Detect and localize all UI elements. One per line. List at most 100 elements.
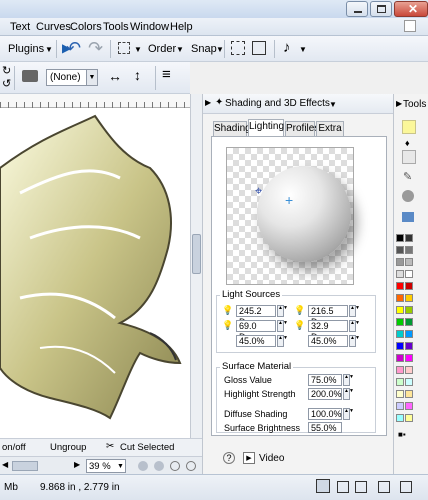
group-icon[interactable] xyxy=(231,41,245,55)
ungroup-icon[interactable] xyxy=(252,41,266,55)
snap-grid-icon[interactable] xyxy=(316,479,330,493)
redo-icon[interactable]: ↷ xyxy=(88,38,103,59)
outline-color-swatch[interactable] xyxy=(402,150,416,164)
light1-x-spinner[interactable]: ▲▼ xyxy=(277,305,288,317)
palette-swatch[interactable] xyxy=(405,294,413,302)
menu-tools[interactable]: Tools xyxy=(103,21,129,33)
video-link[interactable]: Video xyxy=(259,453,284,464)
onoff-label[interactable]: on/off xyxy=(2,442,26,453)
palette-swatch[interactable] xyxy=(396,366,404,374)
distribute-vertical-icon[interactable]: ↕ xyxy=(134,67,141,83)
palette-swatch[interactable] xyxy=(396,270,404,278)
tab-extra[interactable]: Extra xyxy=(316,121,344,136)
document-restore-icon[interactable] xyxy=(404,20,416,32)
palette-swatch[interactable] xyxy=(405,330,413,338)
snap-menu[interactable]: Snap xyxy=(191,43,217,55)
palette-swatch[interactable] xyxy=(405,246,413,254)
menu-help[interactable]: Help xyxy=(170,21,193,33)
tab-shading[interactable]: Shading xyxy=(213,121,251,136)
palette-swatch[interactable] xyxy=(405,258,413,266)
light1-intensity[interactable]: 45.0% xyxy=(236,335,276,347)
surface-brightness-field[interactable]: 55.0% xyxy=(308,422,342,433)
close-button[interactable]: ✕ xyxy=(394,1,428,17)
ungroup-button[interactable]: Ungroup xyxy=(50,442,86,453)
bell-icon[interactable]: ♪ xyxy=(283,39,291,56)
plugins-dropdown-icon[interactable]: ▼ xyxy=(45,45,53,54)
gloss-value-field[interactable]: 75.0% xyxy=(308,374,342,386)
snap-guide-icon[interactable] xyxy=(355,481,367,493)
rotate-icon[interactable]: ↻ xyxy=(2,64,11,77)
minimize-button[interactable] xyxy=(346,1,368,17)
palette-options-icon[interactable]: ■▪ xyxy=(398,430,414,440)
scroll-left-icon[interactable]: ◀ xyxy=(2,460,8,469)
palette-swatch[interactable] xyxy=(405,414,413,422)
sphere-tool-icon[interactable] xyxy=(402,190,414,202)
light2-intensity[interactable]: 45.0% xyxy=(308,335,348,347)
palette-swatch[interactable] xyxy=(396,402,404,410)
zoom-in-icon[interactable] xyxy=(138,461,148,471)
light1-x-angle[interactable]: 245.2 Deg. xyxy=(236,305,276,327)
distribute-horizontal-icon[interactable]: ↔ xyxy=(108,68,122,84)
light2-y-angle[interactable]: 32.9 Deg. xyxy=(308,320,348,342)
snap-dropdown-icon[interactable]: ▼ xyxy=(216,45,224,54)
camera-icon[interactable] xyxy=(22,70,38,82)
diffuse-shading-spinner[interactable]: ▲▼ xyxy=(343,408,354,420)
palette-swatch[interactable] xyxy=(396,234,404,242)
palette-swatch[interactable] xyxy=(396,354,404,362)
snap-object-icon[interactable] xyxy=(337,481,349,493)
tab-profiles[interactable]: Profiles xyxy=(285,121,319,136)
palette-swatch[interactable] xyxy=(405,306,413,314)
drawing-canvas[interactable] xyxy=(0,108,190,438)
zoom-select[interactable]: 39 % ▼ xyxy=(86,459,126,473)
highlight-strength-field[interactable]: 200.0% xyxy=(308,388,342,400)
palette-swatch[interactable] xyxy=(396,306,404,314)
diffuse-shading-field[interactable]: 100.0% xyxy=(308,408,342,420)
palette-swatch[interactable] xyxy=(396,258,404,266)
tools-label[interactable]: Tools xyxy=(403,99,426,110)
fill-color-swatch[interactable] xyxy=(402,120,416,134)
palette-swatch[interactable] xyxy=(396,414,404,422)
vertical-scrollbar[interactable] xyxy=(190,94,202,438)
bell-dropdown-icon[interactable]: ▼ xyxy=(299,45,307,54)
undo-icon[interactable]: ↶ xyxy=(66,38,81,59)
tab-lighting[interactable]: Lighting xyxy=(248,119,284,137)
gloss-value-spinner[interactable]: ▲▼ xyxy=(343,374,354,386)
light-preview[interactable]: ⌖ + xyxy=(226,147,354,285)
palette-swatch[interactable] xyxy=(405,390,413,398)
light-source-1-icon[interactable]: ⌖ xyxy=(255,183,262,199)
docker-menu-icon[interactable]: ▼ xyxy=(329,100,337,109)
scroll-right-icon[interactable]: ▶ xyxy=(74,460,80,469)
palette-swatch[interactable] xyxy=(405,282,413,290)
palette-swatch[interactable] xyxy=(396,294,404,302)
palette-swatch[interactable] xyxy=(405,378,413,386)
tools-expand-icon[interactable]: ▶ xyxy=(396,99,402,108)
palette-swatch[interactable] xyxy=(405,342,413,350)
light1-y-angle[interactable]: 69.0 Deg. xyxy=(236,320,276,342)
palette-swatch[interactable] xyxy=(396,246,404,254)
light-source-2-icon[interactable]: + xyxy=(285,192,293,208)
refresh-icon[interactable]: ↺ xyxy=(2,77,11,90)
transform-icon[interactable] xyxy=(118,42,130,54)
swap-colors-icon[interactable]: ♦ xyxy=(405,138,410,148)
menu-curves[interactable]: Curves xyxy=(36,21,71,33)
light2-y-spinner[interactable]: ▲▼ xyxy=(349,320,360,332)
palette-swatch[interactable] xyxy=(396,390,404,398)
docker-collapse-icon[interactable]: ▶ xyxy=(205,98,211,107)
palette-swatch[interactable] xyxy=(405,270,413,278)
palette-swatch[interactable] xyxy=(396,342,404,350)
palette-swatch[interactable] xyxy=(396,330,404,338)
plugins-menu[interactable]: Plugins xyxy=(8,43,44,55)
transform-dropdown-icon[interactable]: ▼ xyxy=(134,45,142,54)
scroll-thumb[interactable] xyxy=(192,234,201,274)
palette-swatch[interactable] xyxy=(405,318,413,326)
zoom-page-icon[interactable] xyxy=(186,461,196,471)
snap-point-icon[interactable] xyxy=(378,481,390,493)
highlight-strength-spinner[interactable]: ▲▼ xyxy=(343,388,354,400)
zoom-fit-icon[interactable] xyxy=(170,461,180,471)
palette-swatch[interactable] xyxy=(405,366,413,374)
light2-x-spinner[interactable]: ▲▼ xyxy=(349,305,360,317)
light2-x-angle[interactable]: 216.5 Deg. xyxy=(308,305,348,327)
align-text-icon[interactable]: ≡ xyxy=(162,66,171,83)
video-play-icon[interactable]: ▶ xyxy=(243,452,255,464)
light2-intensity-spinner[interactable]: ▲▼ xyxy=(349,335,360,347)
